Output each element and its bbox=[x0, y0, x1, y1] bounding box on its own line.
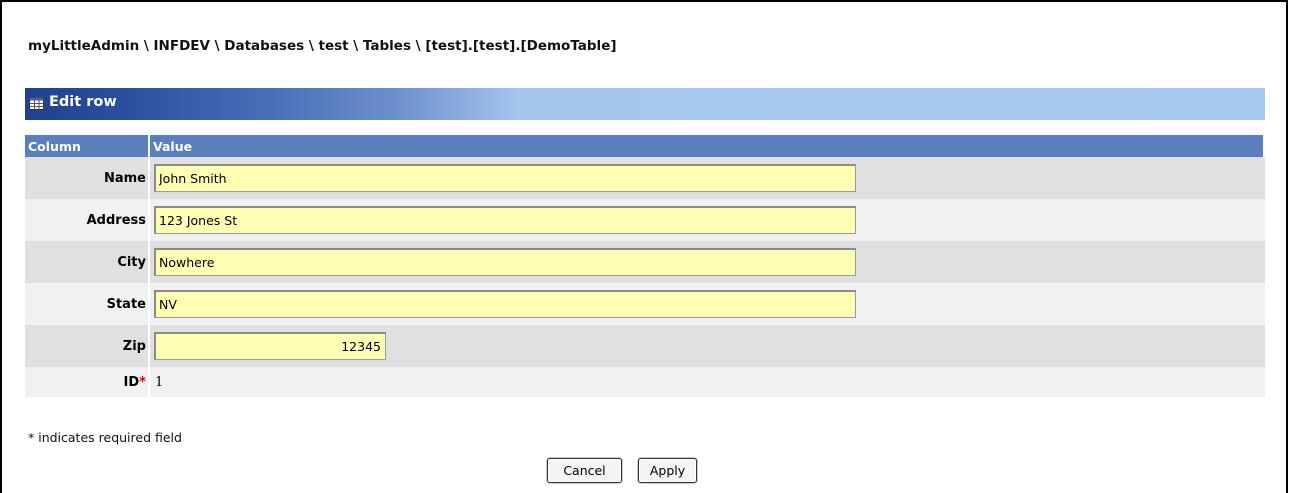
field-label-id: ID* bbox=[25, 367, 150, 397]
panel-header: Edit row bbox=[25, 88, 1265, 120]
field-label-zip: Zip bbox=[25, 325, 150, 367]
breadcrumb: myLittleAdmin \ INFDEV \ Databases \ tes… bbox=[28, 38, 617, 54]
required-asterisk: * bbox=[139, 374, 146, 390]
table-row: ID* 1 bbox=[25, 367, 1265, 397]
field-label-state: State bbox=[25, 283, 150, 325]
id-value: 1 bbox=[155, 374, 164, 390]
table-row: City bbox=[25, 241, 1265, 283]
apply-button[interactable]: Apply bbox=[638, 458, 697, 483]
table-grid-icon bbox=[29, 97, 44, 110]
field-label-name: Name bbox=[25, 157, 150, 199]
field-label-address: Address bbox=[25, 199, 150, 241]
table-row: Address bbox=[25, 199, 1265, 241]
table-row: Name bbox=[25, 157, 1265, 199]
id-label: ID bbox=[123, 374, 140, 390]
city-field[interactable] bbox=[154, 248, 856, 276]
name-field[interactable] bbox=[154, 164, 856, 192]
field-label-city: City bbox=[25, 241, 150, 283]
address-field[interactable] bbox=[154, 206, 856, 234]
state-field[interactable] bbox=[154, 290, 856, 318]
required-field-note: * indicates required field bbox=[28, 430, 182, 445]
table-row: Zip bbox=[25, 325, 1265, 367]
cancel-button[interactable]: Cancel bbox=[547, 458, 622, 483]
edit-row-table: Column Value Name Address City State Zip… bbox=[25, 135, 1265, 397]
zip-field[interactable] bbox=[154, 332, 386, 360]
column-header: Column bbox=[25, 135, 150, 157]
value-header: Value bbox=[150, 135, 1265, 157]
table-header-row: Column Value bbox=[25, 135, 1265, 157]
panel-title: Edit row bbox=[49, 94, 117, 110]
table-row: State bbox=[25, 283, 1265, 325]
